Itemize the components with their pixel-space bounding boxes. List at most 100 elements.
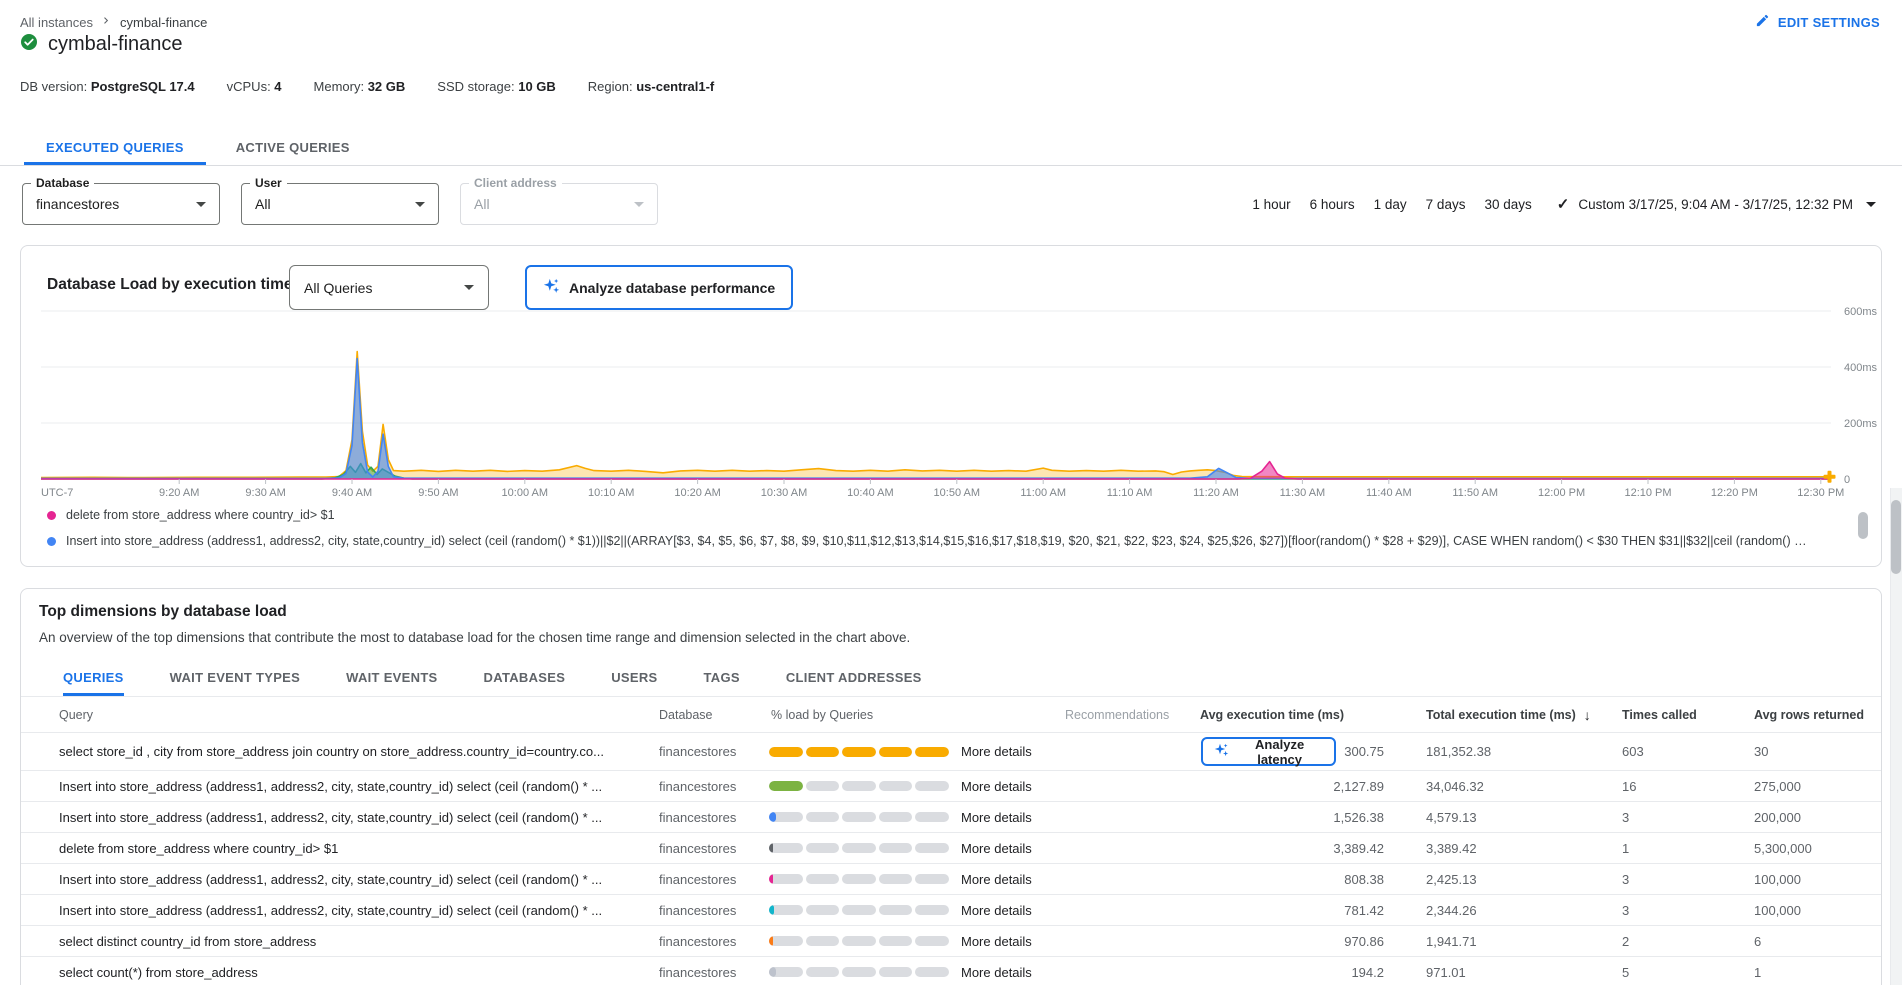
avg-rows-cell: 6 bbox=[1724, 934, 1881, 949]
legend-item[interactable]: Insert into store_address (address1, add… bbox=[47, 534, 1811, 548]
table-row[interactable]: Insert into store_address (address1, add… bbox=[21, 802, 1881, 833]
total-exec-cell: 971.01 bbox=[1396, 965, 1592, 980]
column-header-times-called[interactable]: Times called bbox=[1592, 708, 1724, 722]
custom-time-range[interactable]: ✓ Custom 3/17/25, 9:04 AM - 3/17/25, 12:… bbox=[1557, 195, 1876, 213]
chevron-down-icon bbox=[196, 202, 206, 207]
load-cell: More details bbox=[759, 779, 1061, 794]
legend-item[interactable]: delete from store_address where country_… bbox=[47, 508, 1811, 522]
load-cell: More details bbox=[759, 841, 1061, 856]
svg-text:10:30 AM: 10:30 AM bbox=[761, 487, 807, 499]
time-option-1-hour[interactable]: 1 hour bbox=[1250, 197, 1292, 212]
tab-active-queries[interactable]: ACTIVE QUERIES bbox=[214, 133, 372, 165]
top-dimensions-title: Top dimensions by database load bbox=[39, 603, 287, 621]
avg-rows-cell: 200,000 bbox=[1724, 810, 1881, 825]
times-called-cell: 2 bbox=[1592, 934, 1724, 949]
dimension-tab-tags[interactable]: TAGS bbox=[704, 661, 740, 696]
total-exec-cell: 1,941.71 bbox=[1396, 934, 1592, 949]
column-header-query[interactable]: Query bbox=[21, 708, 639, 722]
database-cell: financestores bbox=[639, 872, 759, 887]
avg-exec-cell: 808.38 bbox=[1191, 872, 1396, 887]
more-details-link[interactable]: More details bbox=[961, 934, 1032, 949]
column-header-avg-execution-time-ms[interactable]: Avg execution time (ms) bbox=[1191, 708, 1396, 722]
healthy-check-icon bbox=[20, 33, 38, 56]
more-details-link[interactable]: More details bbox=[961, 965, 1032, 980]
chart-title: Database Load by execution time bbox=[47, 276, 293, 294]
sort-desc-icon[interactable]: ↓ bbox=[1584, 707, 1591, 723]
more-details-link[interactable]: More details bbox=[961, 872, 1032, 887]
more-details-link[interactable]: More details bbox=[961, 810, 1032, 825]
query-cell: delete from store_address where country_… bbox=[21, 841, 639, 856]
column-header-total-execution-time-ms[interactable]: Total execution time (ms)↓ bbox=[1396, 707, 1592, 723]
svg-text:11:20 AM: 11:20 AM bbox=[1193, 487, 1239, 499]
instance-title-row: cymbal-finance bbox=[20, 33, 183, 56]
svg-text:9:50 AM: 9:50 AM bbox=[418, 487, 458, 499]
table-row[interactable]: select count(*) from store_addressfinanc… bbox=[21, 957, 1881, 985]
time-range-options: 1 hour 6 hours 1 day 7 days 30 days bbox=[1250, 197, 1533, 212]
avg-rows-cell: 100,000 bbox=[1724, 903, 1881, 918]
info-item: SSD storage: 10 GB bbox=[437, 79, 556, 94]
load-bar bbox=[769, 967, 949, 977]
breadcrumb-all-instances[interactable]: All instances bbox=[20, 15, 93, 30]
more-details-link[interactable]: More details bbox=[961, 903, 1032, 918]
dimension-tab-client-addresses[interactable]: CLIENT ADDRESSES bbox=[786, 661, 922, 696]
chevron-down-icon bbox=[415, 202, 425, 207]
filter-database[interactable]: Databasefinancestores bbox=[22, 183, 220, 225]
load-cell: More details bbox=[759, 903, 1061, 918]
more-details-link[interactable]: More details bbox=[961, 779, 1032, 794]
table-row[interactable]: Insert into store_address (address1, add… bbox=[21, 864, 1881, 895]
sparkle-icon bbox=[1214, 743, 1229, 761]
dimension-tab-users[interactable]: USERS bbox=[611, 661, 657, 696]
dimension-tab-queries[interactable]: QUERIES bbox=[63, 661, 124, 696]
avg-rows-cell: 5,300,000 bbox=[1724, 841, 1881, 856]
avg-exec-cell: 3,389.42 bbox=[1191, 841, 1396, 856]
column-header-database[interactable]: Database bbox=[639, 708, 759, 722]
load-bar bbox=[769, 812, 949, 822]
load-cell: More details bbox=[759, 810, 1061, 825]
time-option-6-hours[interactable]: 6 hours bbox=[1308, 197, 1357, 212]
svg-text:9:40 AM: 9:40 AM bbox=[332, 487, 372, 499]
dimension-tab-databases[interactable]: DATABASES bbox=[484, 661, 566, 696]
edit-settings-button[interactable]: EDIT SETTINGS bbox=[1755, 13, 1880, 31]
info-item: DB version: PostgreSQL 17.4 bbox=[20, 79, 195, 94]
more-details-link[interactable]: More details bbox=[961, 841, 1032, 856]
table-row[interactable]: select store_id , city from store_addres… bbox=[21, 733, 1881, 771]
load-chart[interactable]: 9:20 AM9:30 AM9:40 AM9:50 AM10:00 AM10:1… bbox=[36, 299, 1886, 499]
load-bar bbox=[769, 874, 949, 884]
database-cell: financestores bbox=[639, 965, 759, 980]
time-option-7-days[interactable]: 7 days bbox=[1424, 197, 1468, 212]
total-exec-cell: 181,352.38 bbox=[1396, 744, 1592, 759]
breadcrumb: All instances cymbal-finance bbox=[20, 14, 207, 30]
page-scrollbar-thumb[interactable] bbox=[1891, 500, 1901, 574]
dimension-tab-wait-event-types[interactable]: WAIT EVENT TYPES bbox=[170, 661, 300, 696]
info-item: Memory: 32 GB bbox=[314, 79, 406, 94]
page-tabs: EXECUTED QUERIESACTIVE QUERIES bbox=[0, 133, 1902, 166]
column-header-avg-rows-returned[interactable]: Avg rows returned bbox=[1724, 708, 1881, 722]
query-cell: Insert into store_address (address1, add… bbox=[21, 872, 639, 887]
times-called-cell: 3 bbox=[1592, 872, 1724, 887]
more-details-link[interactable]: More details bbox=[961, 744, 1032, 759]
table-row[interactable]: select distinct country_id from store_ad… bbox=[21, 926, 1881, 957]
filters-row: DatabasefinancestoresUserAllClient addre… bbox=[22, 183, 658, 225]
filter-user[interactable]: UserAll bbox=[241, 183, 439, 225]
table-row[interactable]: delete from store_address where country_… bbox=[21, 833, 1881, 864]
legend-scrollbar[interactable] bbox=[1858, 512, 1868, 539]
svg-text:10:10 AM: 10:10 AM bbox=[588, 487, 634, 499]
load-bar bbox=[769, 936, 949, 946]
time-option-30-days[interactable]: 30 days bbox=[1482, 197, 1533, 212]
table-row[interactable]: Insert into store_address (address1, add… bbox=[21, 895, 1881, 926]
query-cell: select store_id , city from store_addres… bbox=[21, 744, 639, 759]
column-header-recommendations[interactable]: Recommendations bbox=[1061, 708, 1191, 722]
times-called-cell: 3 bbox=[1592, 810, 1724, 825]
column-header-load-by-queries[interactable]: % load by Queries bbox=[759, 708, 1061, 722]
chevron-down-icon bbox=[464, 285, 474, 290]
info-item: vCPUs: 4 bbox=[227, 79, 282, 94]
total-exec-cell: 3,389.42 bbox=[1396, 841, 1592, 856]
legend-color-dot bbox=[47, 511, 56, 520]
table-row[interactable]: Insert into store_address (address1, add… bbox=[21, 771, 1881, 802]
tab-executed-queries[interactable]: EXECUTED QUERIES bbox=[24, 133, 206, 165]
total-exec-cell: 4,579.13 bbox=[1396, 810, 1592, 825]
analyze-latency-button[interactable]: Analyze latency bbox=[1201, 737, 1336, 766]
query-cell: Insert into store_address (address1, add… bbox=[21, 779, 639, 794]
dimension-tab-wait-events[interactable]: WAIT EVENTS bbox=[346, 661, 437, 696]
time-option-1-day[interactable]: 1 day bbox=[1372, 197, 1409, 212]
